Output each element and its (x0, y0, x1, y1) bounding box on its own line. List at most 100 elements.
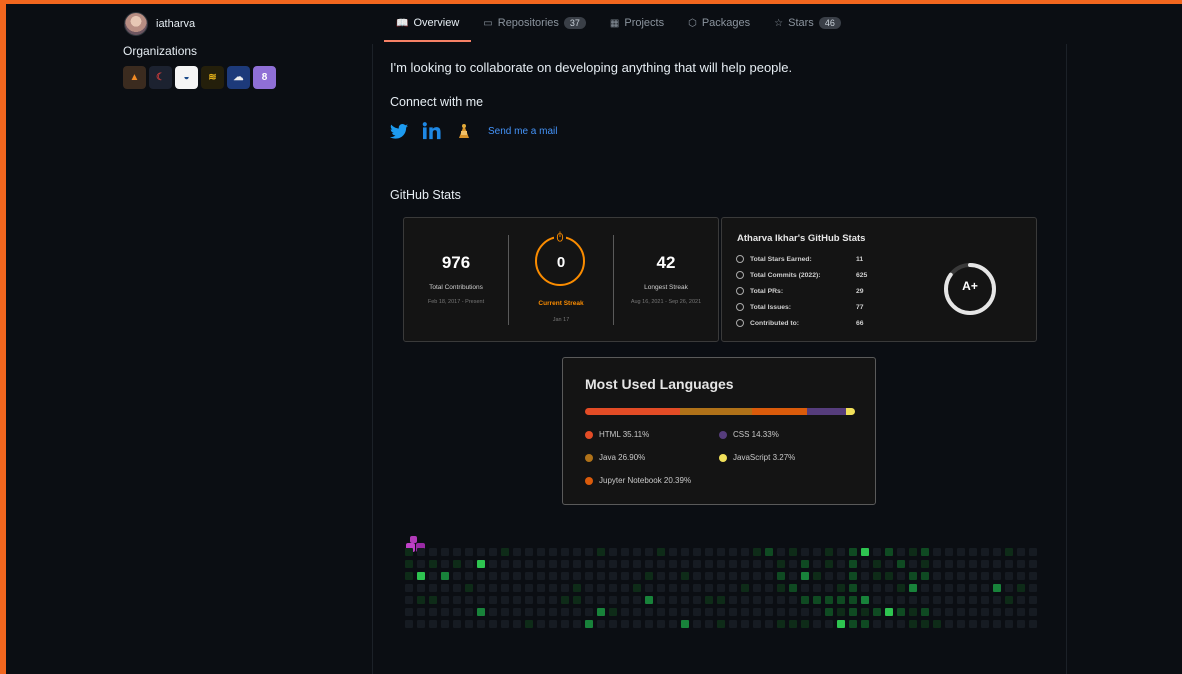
language-bar-segment (752, 408, 808, 415)
contribution-cell (885, 560, 893, 568)
contribution-cell (549, 620, 557, 628)
grade-value: A+ (962, 279, 978, 293)
org-dsc-icon[interactable]: ≋ (201, 66, 224, 89)
contribution-cell (1017, 572, 1025, 580)
contribution-cell (549, 548, 557, 556)
contribution-cell (909, 608, 917, 616)
profile-user[interactable]: iatharva (124, 12, 195, 36)
contribution-cell (597, 620, 605, 628)
contribution-cell (933, 572, 941, 580)
contribution-cell (993, 560, 1001, 568)
linkedin-icon[interactable] (422, 122, 442, 140)
contribution-cell (441, 608, 449, 616)
twitter-icon[interactable] (390, 123, 408, 139)
contribution-cell (981, 596, 989, 604)
tab-counter: 37 (563, 17, 586, 29)
contribution-cell (489, 620, 497, 628)
package-icon: ⬡ (688, 17, 697, 29)
contribution-cell (621, 572, 629, 580)
contribution-cell (561, 560, 569, 568)
contribution-cell (573, 548, 581, 556)
tab-label: Projects (624, 17, 665, 29)
contribution-cell (597, 596, 605, 604)
contribution-cell (765, 584, 773, 592)
contribution-cell (849, 620, 857, 628)
contribution-cell (957, 572, 965, 580)
tab-stars[interactable]: ☆ Stars 46 (762, 4, 853, 42)
contribution-cell (765, 548, 773, 556)
contribution-cell (729, 596, 737, 604)
tab-overview[interactable]: 📖 Overview (384, 4, 472, 42)
contribution-cell (957, 596, 965, 604)
tab-repositories[interactable]: ▭ Repositories 37 (471, 4, 598, 42)
contribution-cell (741, 548, 749, 556)
contribution-cell (993, 584, 1001, 592)
contribution-cell (405, 584, 413, 592)
contribution-cell (681, 572, 689, 580)
contribution-cell (765, 596, 773, 604)
contribution-cell (741, 572, 749, 580)
contribution-cell (729, 584, 737, 592)
contribution-cell (417, 596, 425, 604)
contribution-cell (945, 548, 953, 556)
avatar[interactable] (124, 12, 148, 36)
contribution-cell (801, 584, 809, 592)
contribution-cell (861, 608, 869, 616)
contribution-cell (837, 596, 845, 604)
contribution-cell (573, 620, 581, 628)
contribution-cell (513, 596, 521, 604)
contribution-cell (717, 548, 725, 556)
contribution-cell (549, 584, 557, 592)
contribution-cell (993, 608, 1001, 616)
contribution-cell (885, 548, 893, 556)
stat-label: Total Issues: (750, 303, 792, 311)
contribution-cell (981, 584, 989, 592)
contribution-cell (825, 572, 833, 580)
current-streak-stat: ტ 0 Current Streak Jan 17 (509, 218, 613, 341)
org-fox-icon[interactable]: ▲ (123, 66, 146, 89)
org-block-icon[interactable]: 8 (253, 66, 276, 89)
contribution-cell (657, 620, 665, 628)
contribution-cell (885, 608, 893, 616)
flame-icon: ტ (554, 230, 566, 242)
contribution-cell (645, 620, 653, 628)
contribution-cell (417, 548, 425, 556)
contribution-cell (1029, 608, 1037, 616)
contribution-cell (501, 572, 509, 580)
contribution-cell (873, 608, 881, 616)
tab-packages[interactable]: ⬡ Packages (676, 4, 762, 42)
org-moon-icon[interactable]: ☾ (149, 66, 172, 89)
contribution-cell (933, 548, 941, 556)
language-bar-segment (807, 408, 847, 415)
stat-value: 77 (856, 303, 864, 311)
github-stats-title: Atharva Ikhar's GitHub Stats (737, 233, 866, 244)
org-cloud-icon[interactable]: ☁ (227, 66, 250, 89)
tab-label: Overview (413, 17, 460, 29)
contribution-cell (837, 620, 845, 628)
contribution-cell (621, 596, 629, 604)
contribution-cell (645, 548, 653, 556)
tab-projects[interactable]: ▦ Projects (598, 4, 676, 42)
contribution-cell (933, 620, 941, 628)
tab-counter: 46 (818, 17, 841, 29)
contribution-cell (441, 560, 449, 568)
contribution-cell (873, 620, 881, 628)
org-wave-icon[interactable]: ◒ (175, 66, 198, 89)
contribution-cell (477, 584, 485, 592)
contribution-cell (477, 572, 485, 580)
total-contributions-range: Feb 18, 2017 - Present (427, 299, 485, 305)
contribution-cell (861, 584, 869, 592)
contribution-cell (837, 560, 845, 568)
contribution-cell (681, 608, 689, 616)
contribution-cell (633, 560, 641, 568)
send-mail-link[interactable]: Send me a mail (488, 126, 557, 137)
contribution-cell (1005, 620, 1013, 628)
contribution-cell (753, 560, 761, 568)
contribution-cell (969, 596, 977, 604)
language-dot (585, 453, 593, 462)
contribution-cell (933, 608, 941, 616)
language-label: CSS 14.33% (733, 430, 779, 439)
contribution-cell (729, 608, 737, 616)
contribution-cell (813, 608, 821, 616)
mail-icon[interactable] (456, 122, 472, 140)
